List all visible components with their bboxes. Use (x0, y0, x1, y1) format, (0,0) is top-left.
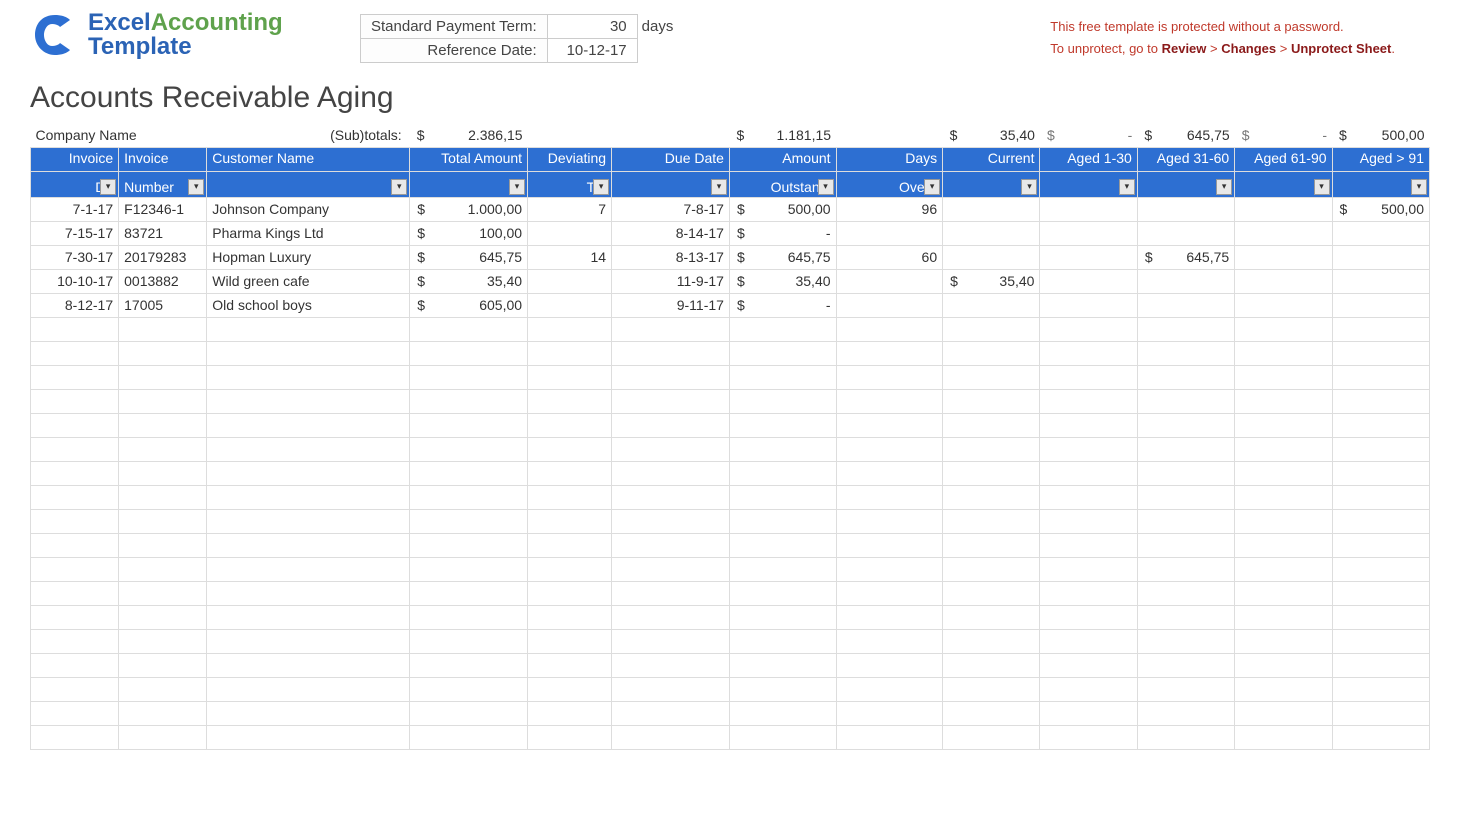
table-row-empty (31, 533, 1430, 557)
hdr-aged-31-60[interactable]: Aged 31-60 (1137, 147, 1234, 171)
table-row-empty (31, 461, 1430, 485)
subtotal-aged-31-60: 645,75 (1137, 123, 1234, 147)
table-row-empty (31, 701, 1430, 725)
table-row: 8-12-1717005Old school boys605,009-11-17 (31, 293, 1430, 317)
subtotals-label: (Sub)totals: (207, 123, 410, 147)
table-row-empty (31, 317, 1430, 341)
header-row-1: Invoice Invoice Customer Name Total Amou… (31, 147, 1430, 171)
filter-arrow-icon[interactable]: ▾ (1119, 179, 1135, 195)
hdr-due-date[interactable]: Due Date (612, 147, 730, 171)
subtotal-outstanding: 1.181,15 (729, 123, 836, 147)
filter-arrow-icon[interactable]: ▾ (1314, 179, 1330, 195)
hdr-invoice-num[interactable]: Invoice (119, 147, 207, 171)
filter-arrow-icon[interactable]: ▾ (593, 179, 609, 195)
table-row: 7-30-1720179283Hopman Luxury645,75148-13… (31, 245, 1430, 269)
table-row-empty (31, 413, 1430, 437)
filter-arrow-icon[interactable]: ▾ (1216, 179, 1232, 195)
table-row-empty (31, 557, 1430, 581)
table-row: 10-10-170013882Wild green cafe35,4011-9-… (31, 269, 1430, 293)
subtotal-aged-61-90: - (1235, 123, 1332, 147)
company-name-label: Company Name (31, 123, 207, 147)
term-label: Standard Payment Term: (361, 15, 548, 39)
hdr-days-overdue[interactable]: Days (836, 147, 943, 171)
ref-label: Reference Date: (361, 39, 548, 63)
filter-arrow-icon[interactable]: ▾ (1021, 179, 1037, 195)
filter-arrow-icon[interactable]: ▾ (818, 179, 834, 195)
hdr-aged-91[interactable]: Aged > 91 (1332, 147, 1429, 171)
table-row-empty (31, 341, 1430, 365)
hdr-invoice-date[interactable]: Invoice (31, 147, 119, 171)
header-row-2: Da▾ Number▾ ▾ ▾ Ter▾ ▾ Outstandi▾ Overd▾… (31, 171, 1430, 197)
page-title: Accounts Receivable Aging (30, 81, 1465, 115)
table-row-empty (31, 437, 1430, 461)
subtotal-total-amount: 2.386,15 (410, 123, 528, 147)
table-row-empty (31, 365, 1430, 389)
aging-table: Company Name (Sub)totals: 2.386,15 1.181… (30, 123, 1430, 750)
filter-arrow-icon[interactable]: ▾ (509, 179, 525, 195)
hdr-amount-out[interactable]: Amount (729, 147, 836, 171)
table-row-empty (31, 629, 1430, 653)
protection-notice: This free template is protected without … (1050, 16, 1395, 60)
hdr-customer[interactable]: Customer Name (207, 147, 410, 171)
subtotals-row: Company Name (Sub)totals: 2.386,15 1.181… (31, 123, 1430, 147)
table-row-empty (31, 653, 1430, 677)
hdr-aged-61-90[interactable]: Aged 61-90 (1235, 147, 1332, 171)
hdr-current[interactable]: Current (943, 147, 1040, 171)
subtotal-aged-1-30: - (1040, 123, 1137, 147)
filter-arrow-icon[interactable]: ▾ (1411, 179, 1427, 195)
hdr-aged-1-30[interactable]: Aged 1-30 (1040, 147, 1137, 171)
table-row-empty (31, 725, 1430, 749)
term-unit: days (637, 15, 727, 39)
filter-arrow-icon[interactable]: ▾ (924, 179, 940, 195)
filter-arrow-icon[interactable]: ▾ (100, 179, 116, 195)
hdr-total-amount[interactable]: Total Amount (410, 147, 528, 171)
table-row-empty (31, 605, 1430, 629)
table-row: 7-15-1783721Pharma Kings Ltd100,008-14-1… (31, 221, 1430, 245)
notice-line-2: To unprotect, go to Review > Changes > U… (1050, 38, 1395, 60)
subtotal-aged-91: 500,00 (1332, 123, 1429, 147)
table-row-empty (31, 389, 1430, 413)
table-row-empty (31, 581, 1430, 605)
table-row-empty (31, 485, 1430, 509)
meta-table: Standard Payment Term: 30 days Reference… (360, 14, 728, 63)
filter-arrow-icon[interactable]: ▾ (391, 179, 407, 195)
notice-line-1: This free template is protected without … (1050, 16, 1395, 38)
logo-icon (30, 10, 80, 60)
logo-word-2: Accounting (151, 9, 283, 36)
term-value[interactable]: 30 (547, 15, 637, 39)
brand-logo: ExcelAccounting Template (30, 10, 340, 60)
logo-word-3: Template (88, 33, 192, 60)
filter-arrow-icon[interactable]: ▾ (188, 179, 204, 195)
ref-value[interactable]: 10-12-17 (547, 39, 637, 63)
table-row-empty (31, 677, 1430, 701)
table-row: 7-1-17F12346-1Johnson Company1.000,0077-… (31, 197, 1430, 221)
subtotal-current: 35,40 (943, 123, 1040, 147)
filter-arrow-icon[interactable]: ▾ (711, 179, 727, 195)
logo-word-1: Excel (88, 9, 151, 36)
table-row-empty (31, 509, 1430, 533)
hdr-deviating[interactable]: Deviating (528, 147, 612, 171)
